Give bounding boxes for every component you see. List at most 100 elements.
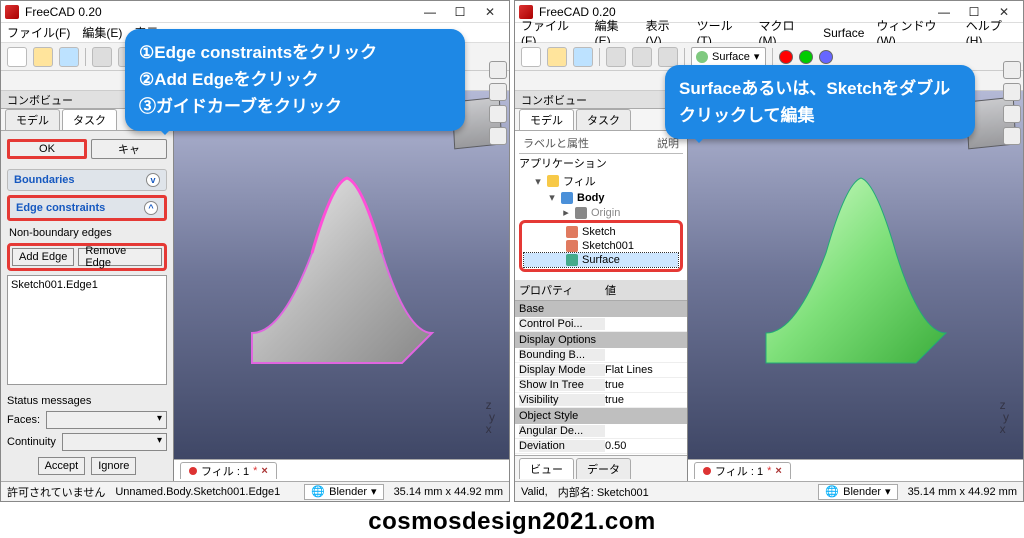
tree-surface[interactable]: Surface bbox=[524, 253, 678, 267]
undo-button[interactable] bbox=[606, 47, 626, 67]
expand-icon[interactable]: ▾ bbox=[533, 175, 543, 188]
boundaries-section[interactable]: Boundaries v bbox=[7, 169, 167, 191]
save-file-button[interactable] bbox=[59, 47, 79, 67]
expand-icon[interactable]: ▾ bbox=[547, 191, 557, 204]
minimize-button[interactable]: — bbox=[415, 5, 445, 19]
menu-edit[interactable]: 編集(E) bbox=[82, 24, 122, 41]
status-internal-name: 内部名: Sketch001 bbox=[558, 484, 649, 500]
maximize-button[interactable]: ☐ bbox=[445, 5, 475, 19]
tree-body-row[interactable]: ▾ Body bbox=[519, 190, 683, 205]
ok-button[interactable]: OK bbox=[7, 139, 87, 159]
accept-button[interactable]: Accept bbox=[38, 457, 86, 475]
expand-icon[interactable]: ▸ bbox=[561, 206, 571, 219]
open-file-button[interactable] bbox=[547, 47, 567, 67]
strip-tool[interactable] bbox=[489, 61, 507, 79]
close-button[interactable]: ✕ bbox=[475, 5, 505, 19]
3d-view[interactable]: z yx bbox=[174, 91, 509, 459]
workbench-selector[interactable]: Surface ▾ bbox=[691, 47, 766, 67]
strip-tool[interactable] bbox=[1003, 61, 1021, 79]
strip-tool[interactable] bbox=[489, 127, 507, 145]
strip-tool[interactable] bbox=[489, 83, 507, 101]
nav-style-combo[interactable]: 🌐 Blender ▾ bbox=[818, 484, 897, 500]
strip-tool[interactable] bbox=[1003, 105, 1021, 123]
tab-data[interactable]: データ bbox=[576, 458, 631, 479]
prop-value bbox=[605, 318, 683, 330]
prop-col-name: プロパティ bbox=[519, 282, 605, 298]
menu-file[interactable]: ファイル(F) bbox=[7, 24, 70, 41]
status-bar: Valid, 内部名: Sketch001 🌐 Blender ▾ 35.14 … bbox=[515, 481, 1023, 501]
property-view[interactable]: プロパティ 値 Base Control Poi... Display Opti… bbox=[515, 280, 687, 455]
close-tab-icon[interactable]: × bbox=[261, 465, 267, 477]
prop-group-display: Display Options bbox=[515, 332, 687, 348]
tree-app[interactable]: アプリケーション bbox=[519, 154, 683, 172]
prop-row[interactable]: Visibilitytrue bbox=[515, 393, 687, 408]
new-file-button[interactable] bbox=[7, 47, 27, 67]
edge-list[interactable]: Sketch001.Edge1 bbox=[7, 275, 167, 385]
add-edge-button[interactable]: Add Edge bbox=[12, 248, 74, 266]
faces-combo[interactable] bbox=[46, 411, 167, 429]
strip-tool[interactable] bbox=[489, 105, 507, 123]
tree-origin[interactable]: ▸ Origin bbox=[519, 205, 683, 220]
prop-row[interactable]: Angular De... bbox=[515, 424, 687, 439]
origin-icon bbox=[575, 207, 587, 219]
new-file-button[interactable] bbox=[521, 47, 541, 67]
undo-button[interactable] bbox=[92, 47, 112, 67]
prop-row[interactable]: Bounding B... bbox=[515, 348, 687, 363]
3d-view[interactable]: z yx bbox=[688, 91, 1023, 459]
tree-highlight-box: Sketch Sketch001 Surface bbox=[519, 220, 683, 272]
nav-style-label: Blender bbox=[843, 486, 881, 498]
tab-model[interactable]: モデル bbox=[519, 109, 574, 130]
prop-row[interactable]: Show In Treetrue bbox=[515, 378, 687, 393]
doc-icon bbox=[189, 467, 197, 475]
close-tab-icon[interactable]: × bbox=[775, 465, 781, 477]
document-tab[interactable]: フィル : 1 * × bbox=[180, 462, 277, 479]
doc-tab-label: フィル : 1 bbox=[715, 463, 763, 479]
play-macro-icon[interactable] bbox=[799, 50, 813, 64]
save-file-button[interactable] bbox=[573, 47, 593, 67]
prop-group-base: Base bbox=[515, 301, 687, 317]
tree-doc[interactable]: ▾ フィル bbox=[519, 172, 683, 190]
strip-tool[interactable] bbox=[1003, 83, 1021, 101]
redo-button[interactable] bbox=[632, 47, 652, 67]
toolbar-separator bbox=[85, 48, 86, 66]
surface-wb-icon bbox=[696, 51, 708, 63]
document-tab[interactable]: フィル : 1 * × bbox=[694, 462, 791, 479]
tab-task[interactable]: タスク bbox=[62, 109, 117, 130]
refresh-button[interactable] bbox=[658, 47, 678, 67]
strip-tool[interactable] bbox=[1003, 127, 1021, 145]
tree-sketch001[interactable]: Sketch001 bbox=[524, 239, 678, 253]
tab-view[interactable]: ビュー bbox=[519, 458, 574, 479]
continuity-label: Continuity bbox=[7, 436, 56, 448]
ignore-button[interactable]: Ignore bbox=[91, 457, 136, 475]
tab-model[interactable]: モデル bbox=[5, 109, 60, 130]
open-file-button[interactable] bbox=[33, 47, 53, 67]
task-body: OK キャ Boundaries v Edge constraints ^ No… bbox=[1, 131, 173, 481]
combo-view-panel: コンボビュー モデル タスク OK キャ Boundaries v Edge bbox=[1, 91, 174, 481]
edge-list-item[interactable]: Sketch001.Edge1 bbox=[11, 279, 163, 291]
prop-value bbox=[605, 349, 683, 361]
model-tree[interactable]: ラベルと属性 説明 アプリケーション ▾ フィル ▾ Body bbox=[515, 131, 687, 280]
nav-style-combo[interactable]: 🌐 Blender ▾ bbox=[304, 484, 383, 500]
record-macro-icon[interactable] bbox=[779, 50, 793, 64]
viewport-left: z yx フィル : 1 * × bbox=[174, 91, 509, 481]
axis-gizmo-icon: z yx bbox=[1000, 399, 1009, 435]
right-freecad-window: FreeCAD 0.20 — ☐ ✕ ファイル(F) 編集(E) 表示(V) ツ… bbox=[514, 0, 1024, 502]
continuity-combo[interactable] bbox=[62, 433, 167, 451]
property-header: プロパティ 値 bbox=[515, 280, 687, 301]
edge-buttons-highlight: Add Edge Remove Edge bbox=[7, 243, 167, 271]
right-tool-strip bbox=[1003, 61, 1021, 145]
titlebar: FreeCAD 0.20 — ☐ ✕ bbox=[1, 1, 509, 23]
prop-row[interactable]: Deviation0.50 bbox=[515, 439, 687, 454]
macro-icon[interactable] bbox=[819, 50, 833, 64]
callout-line: ③ガイドカーブをクリック bbox=[139, 93, 451, 120]
combo-view-tabs: モデル タスク bbox=[515, 109, 687, 131]
menu-surface[interactable]: Surface bbox=[823, 26, 864, 40]
remove-edge-button[interactable]: Remove Edge bbox=[78, 248, 162, 266]
prop-row[interactable]: Display ModeFlat Lines bbox=[515, 363, 687, 378]
prop-row[interactable]: Control Poi... bbox=[515, 317, 687, 332]
status-path: Unnamed.Body.Sketch001.Edge1 bbox=[115, 486, 280, 498]
chevron-down-icon: v bbox=[146, 173, 160, 187]
tree-sketch[interactable]: Sketch bbox=[524, 225, 678, 239]
edge-constraints-section[interactable]: Edge constraints ^ bbox=[7, 195, 167, 221]
tab-task[interactable]: タスク bbox=[576, 109, 631, 130]
